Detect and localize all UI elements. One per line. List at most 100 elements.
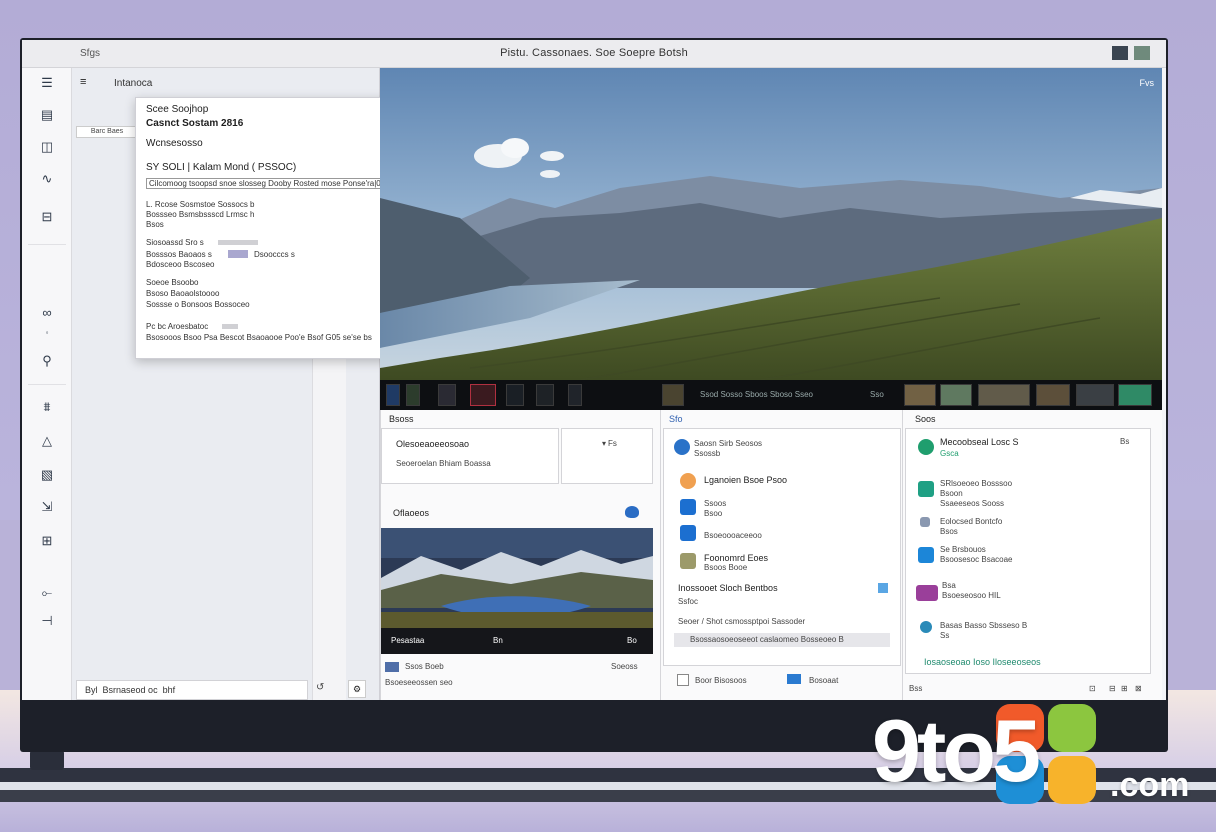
user-avatar [920,621,932,633]
popup-subtitle: Casnct Sostam 2816 [146,118,244,129]
window-control-icon[interactable] [1112,46,1128,60]
pin-icon[interactable]: ⊣ [35,612,59,630]
activity-title[interactable]: Basas Basso Sbsseso B [940,621,1027,630]
icon-rail: ☰ ▤ ◫ ∿ ⊟ ∞ ◦ ⚲ ⩩ △ ▧ ⇲ ⊞ ⟜ ⊣ [22,68,72,700]
list-item[interactable]: Saosn Sirb Seosos [694,439,762,448]
menu-icon[interactable]: ☰ [35,74,59,92]
export-icon[interactable]: ⇲ [35,498,59,516]
panel-heading: Intanoca [114,78,153,89]
popup-meta: SY SOLI | Kalam Mond ( PSSOC) [146,162,297,173]
triangle-icon[interactable]: △ [35,432,59,450]
app-icon [916,585,938,601]
doc-icon [385,662,399,672]
activity-title[interactable]: Se Brsbouos [940,545,986,554]
thumbnail[interactable] [940,384,972,406]
filmstrip-count: Sso [870,390,884,399]
layers-icon[interactable]: ⊟ [35,208,59,226]
thumbnail[interactable] [1076,384,1114,406]
search-field[interactable]: Byl Bsrnaseod oc bhf [76,680,308,700]
popup-line: L. Rcose Sosmstoe Sossocs b [146,200,255,209]
thumbnail[interactable] [1118,384,1152,406]
library-icon[interactable]: ▤ [35,106,59,124]
activity-sub[interactable]: Bsoeseosoo HIL [942,591,1001,600]
filmstrip: Ssod Sosso Sboos Sboso Sseo Sso [380,380,1162,410]
logo-suffix: .com [1110,766,1190,804]
thumbnail[interactable] [406,384,420,406]
user-avatar [918,439,934,455]
search-value: Bsrnaseod oc [102,685,158,695]
thumbnail[interactable] [662,384,684,406]
popup-line: Bosssos Baoaos s [146,250,212,259]
monitor-foot [30,750,64,770]
image-file-icon [680,553,696,569]
card-meta: Fs [608,439,617,448]
list-item[interactable]: Seoer / Shot csmossptpoi Sassoder [678,617,805,626]
thumbnail[interactable] [386,384,400,406]
thumbnail-selected[interactable] [470,384,496,406]
popup-description: Cilcomoog tsoopsd snoe slosseg Dooby Ros… [146,178,391,189]
filter-pill[interactable]: Barc Baes [76,126,138,138]
image-icon[interactable]: ▧ [35,466,59,484]
list-item[interactable]: Lganoien Bsoe Psoo [704,475,787,485]
info-card[interactable]: Fs ▾ [561,428,653,484]
grid-icon[interactable]: ⊞ [1121,684,1128,693]
rail-divider [28,244,66,245]
thumbnail[interactable] [568,384,582,406]
down-icon[interactable]: ▾ [602,439,606,448]
footer-text: Bsoeseeossen seo [385,678,453,687]
popup-line: Dsoocccs s [254,250,295,259]
footer-label: Bosoaat [809,676,839,685]
preview-image[interactable]: Pesastaa Bn Bo [381,528,653,654]
folder-icon[interactable] [787,674,801,684]
info-card[interactable]: Olesoeaoeeosoao Seoeroelan Bhiam Boassa [381,428,559,484]
image-icon[interactable]: ⊟ [1109,684,1116,693]
activity-summary[interactable]: Iosaoseoao Ioso Iloseeoseos [924,657,1041,667]
list-item-sub: Bsoo [704,509,723,518]
grid-icon[interactable]: ⊞ [35,532,59,550]
settings-icon[interactable]: ⚙ [348,680,366,698]
main-image[interactable]: Fvs [380,68,1162,380]
image-caption: Bn [493,636,503,645]
popup-line: Bsoso Baoaolstoooo [146,289,220,298]
chart-icon[interactable]: ⩩ [35,398,59,416]
activity-meta: Bs [1120,437,1130,446]
popup-line: Pc bc Aroesbatoc [146,322,209,331]
activity-title[interactable]: Mecoobseal Losc S [940,437,1019,447]
location-icon[interactable]: ⚲ [35,352,59,370]
redacted-bar [222,324,238,329]
file-icon [680,499,696,515]
thumbnail[interactable] [978,384,1030,406]
thumbnail[interactable] [904,384,936,406]
list-item[interactable]: Ssoos [704,499,726,508]
list-item[interactable]: Bsoeoooaceeoo [704,531,762,540]
activity-title[interactable]: Eolocsed Bontcfo [940,517,1002,526]
card-body: Seoeroelan Bhiam Boassa [396,459,491,468]
view-icon[interactable]: ⊡ [1089,684,1096,693]
image-badge: Fvs [1139,78,1155,88]
filmstrip-label: Ssod Sosso Sboos Sboso Sseo [700,390,813,399]
link-icon[interactable]: ⟜ [35,584,59,602]
window-control-icon[interactable] [1134,46,1150,60]
hamburger-icon[interactable]: ≡ [80,76,86,88]
glasses-icon[interactable]: ∞ [35,304,59,322]
thumbnail[interactable] [536,384,554,406]
popup-line: Bossseo Bsmsbssscd Lrmsc h [146,210,255,219]
popup-line: Bsosooos Bsoo Psa Bescot Bsaoaooe Poo'e … [146,333,372,342]
file-icon [680,525,696,541]
thumbnail[interactable] [1036,384,1070,406]
details-pane: Bsoss Olesoeaoeeosoao Seoeroelan Bhiam B… [380,410,660,700]
list-item[interactable]: Foonomrd Eoes [704,553,768,563]
curve-icon[interactable]: ∿ [35,170,59,188]
pane-heading: Sfo [669,414,683,424]
list-item[interactable]: Inossooet Sloch Bentbos [678,583,778,593]
popup-line: Soeoe Bsoobo [146,278,199,287]
folder-icon[interactable]: ◫ [35,138,59,156]
activity-title[interactable]: SRlsoeoeo Bosssoo [940,479,1012,488]
thumbnail[interactable] [438,384,456,406]
checkbox[interactable] [677,674,689,686]
thumbnail[interactable] [506,384,524,406]
share-icon[interactable]: ⊠ [1135,684,1142,693]
refresh-icon[interactable]: ↺ [316,682,324,693]
search-suffix: bhf [162,685,176,695]
logo-wordmark: 9to5 [872,701,1041,800]
